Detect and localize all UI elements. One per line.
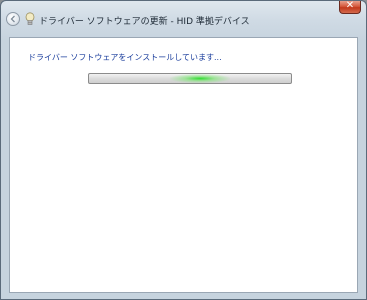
back-button[interactable] [6, 12, 20, 26]
back-arrow-icon [10, 15, 15, 23]
install-status-text: ドライバー ソフトウェアをインストールしています... [28, 53, 222, 62]
window-title: ドライバー ソフトウェアの更新 - HID 準拠デバイス [39, 17, 250, 27]
close-icon: ✕ [345, 0, 355, 11]
driver-update-window: ドライバー ソフトウェアの更新 - HID 準拠デバイス ✕ ドライバー ソフト… [0, 0, 367, 300]
progress-marquee [170, 74, 230, 83]
install-progress-bar [88, 73, 292, 84]
close-button[interactable]: ✕ [339, 1, 361, 14]
device-icon [25, 12, 35, 25]
title-bar: ドライバー ソフトウェアの更新 - HID 準拠デバイス ✕ [1, 1, 366, 31]
content-panel: ドライバー ソフトウェアをインストールしています... [9, 37, 358, 293]
